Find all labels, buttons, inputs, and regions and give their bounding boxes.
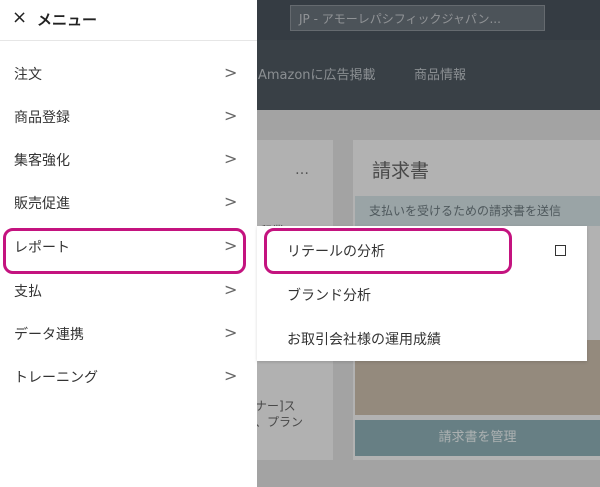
menu-item-training[interactable]: トレーニング >: [0, 356, 257, 398]
chevron-right-icon: >: [224, 106, 238, 125]
menu-item-promotions[interactable]: 販売促進 >: [0, 182, 257, 224]
menu-item-traffic[interactable]: 集客強化 >: [0, 139, 257, 181]
chevron-right-icon: >: [224, 366, 238, 385]
menu-item-label: 販売促進: [14, 196, 70, 212]
close-icon[interactable]: ×: [12, 7, 27, 28]
chevron-right-icon: >: [224, 149, 238, 168]
chevron-right-icon: >: [224, 192, 238, 211]
highlight-reports: [3, 228, 246, 274]
square-icon: [555, 245, 566, 256]
menu-item-label: 注文: [14, 67, 42, 83]
menu-item-catalog[interactable]: 商品登録 >: [0, 96, 257, 138]
submenu-item-partner-performance[interactable]: お取引会社様の運用成績: [257, 316, 587, 360]
menu-item-data-integration[interactable]: データ連携 >: [0, 313, 257, 355]
menu-title: メニュー: [37, 11, 98, 29]
submenu-item-brand-analytics[interactable]: ブランド分析: [257, 272, 587, 316]
menu-item-label: 商品登録: [14, 110, 70, 126]
chevron-right-icon: >: [224, 63, 238, 82]
menu-item-payments[interactable]: 支払 >: [0, 270, 257, 312]
submenu-item-label: ブランド分析: [287, 288, 371, 304]
menu-item-label: 集客強化: [14, 153, 70, 169]
menu-item-label: データ連携: [14, 327, 84, 343]
menu-item-label: 支払: [14, 284, 42, 300]
menu-item-label: トレーニング: [14, 370, 98, 386]
menu-item-orders[interactable]: 注文 >: [0, 53, 257, 95]
chevron-right-icon: >: [224, 280, 238, 299]
menu-header: × メニュー: [0, 0, 257, 41]
chevron-right-icon: >: [224, 323, 238, 342]
highlight-retail-analytics: [264, 228, 512, 274]
submenu-item-label: お取引会社様の運用成績: [287, 332, 441, 348]
